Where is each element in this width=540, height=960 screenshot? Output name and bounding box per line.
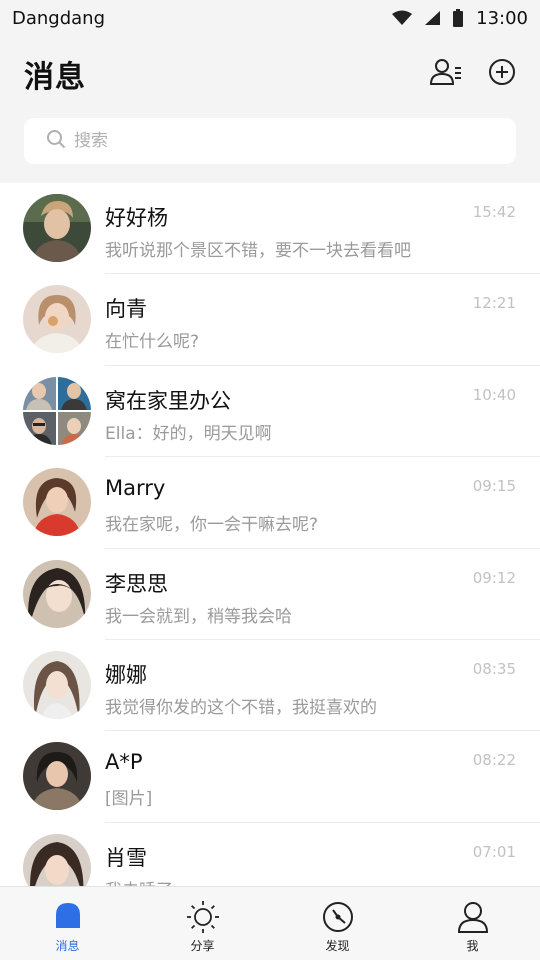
tab-share[interactable]: 分享 [135,887,270,960]
status-bar: Dangdang 13:00 [0,0,540,36]
status-time: 13:00 [476,7,528,29]
cell-signal-icon [424,10,441,26]
contact-name: A*P [105,750,143,775]
page-header: 消息 [0,44,540,104]
avatar [23,194,91,262]
conversation-item[interactable]: Marry 我在家呢，你一会干嘛去呢? 09:15 [0,457,540,549]
contact-name: 李思思 [105,571,168,596]
message-preview: [图片] [105,789,153,810]
message-time: 09:12 [472,568,516,587]
conversation-list: 好好杨 我听说那个景区不错，要不一块去看看吧 15:42 向青 在忙什么呢? 1… [0,183,540,886]
avatar [23,650,91,719]
page-title: 消息 [24,60,86,95]
contact-name: 肖雪 [105,845,147,870]
message-time: 09:15 [472,477,516,496]
message-time: 12:21 [472,294,516,313]
message-preview: 在忙什么呢? [105,332,200,353]
message-preview: 我听说那个景区不错，要不一块去看看吧 [105,241,411,261]
conversation-item[interactable]: 娜娜 我觉得你发的这个不错，我挺喜欢的 08:35 [0,640,540,732]
contacts-icon[interactable] [429,58,462,90]
conversation-item[interactable]: 向青 在忙什么呢? 12:21 [0,274,540,366]
message-time: 08:35 [472,659,516,678]
bottom-tab-bar: 消息 分享 发现 我 [0,886,540,960]
person-icon [456,900,490,934]
tab-messages[interactable]: 消息 [0,887,135,960]
battery-icon [452,9,464,27]
contact-name: 好好杨 [105,206,168,230]
tab-me[interactable]: 我 [405,887,540,960]
search-input[interactable] [74,131,474,151]
message-time: 07:01 [472,842,516,861]
contact-name: Marry [105,476,166,501]
avatar [23,559,91,628]
message-preview: 我在家呢，你一会干嘛去呢? [105,515,319,536]
group-avatar [23,376,91,445]
tab-label: 消息 [55,939,80,953]
carrier-name: Dangdang [12,7,106,29]
sun-icon [186,900,220,934]
message-preview: Ella：好的，明天见啊 [105,423,272,444]
conversation-item[interactable]: 肖雪 我去睡了 07:01 [0,823,540,886]
tab-label: 分享 [190,939,215,953]
message-preview: 我觉得你发的这个不错，我挺喜欢的 [105,697,377,718]
add-icon[interactable] [488,58,516,90]
message-time: 10:40 [472,385,516,404]
message-time: 15:42 [472,203,516,221]
tab-label: 我 [466,939,479,953]
search-icon [46,129,66,153]
conversation-item[interactable]: 好好杨 我听说那个景区不错，要不一块去看看吧 15:42 [0,183,540,275]
messages-screen: Dangdang 13:00 消息 搜索 好好杨 我听说那个景区不错，要不一块去… [0,0,540,960]
search-bar[interactable] [24,118,516,164]
contact-name: 娜娜 [105,662,147,687]
avatar [23,833,91,886]
contact-name: 向青 [105,297,147,322]
status-icons: 13:00 [392,8,528,29]
bell-icon [51,900,85,934]
conversation-item[interactable]: 窝在家里办公 Ella：好的，明天见啊 10:40 [0,366,540,458]
group-name: 窝在家里办公 [105,388,231,413]
message-time: 08:22 [472,751,516,770]
avatar [23,468,91,537]
avatar [23,742,91,811]
compass-icon [321,900,355,934]
tab-discover[interactable]: 发现 [270,887,405,960]
header-actions [429,58,516,90]
message-preview: 我一会就到，稍等我会哈 [105,606,292,627]
avatar [23,285,91,354]
wifi-icon [392,10,413,26]
conversation-item[interactable]: 李思思 我一会就到，稍等我会哈 09:12 [0,549,540,640]
message-preview: 我去睡了 [105,876,173,886]
conversation-item[interactable]: A*P [图片] 08:22 [0,731,540,823]
tab-label: 发现 [325,939,350,953]
